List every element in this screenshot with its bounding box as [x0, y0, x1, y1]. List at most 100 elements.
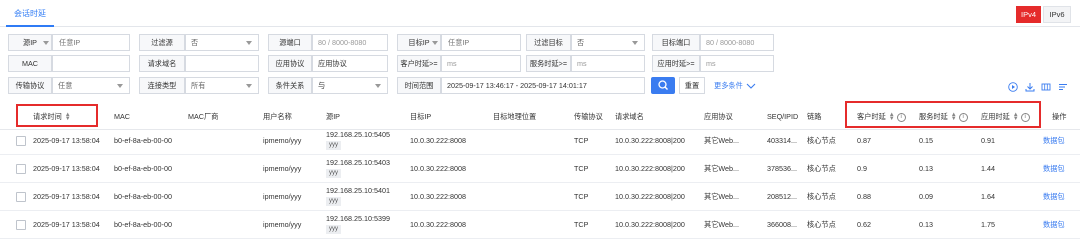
- src-ip-input[interactable]: [52, 34, 130, 51]
- cell-app-delay: 0.91: [981, 136, 995, 145]
- req-domain-label: 请求域名: [139, 55, 185, 72]
- cell-req-domain: 10.0.30.222:8008|200: [615, 136, 685, 145]
- cell-src-ip: 192.168.25.10:5401 yyy: [326, 186, 390, 208]
- chevron-down-icon: [432, 41, 438, 45]
- app-delay-input[interactable]: ms: [700, 55, 774, 72]
- cell-req-time: 2025-09-17 13:58:04: [33, 192, 100, 201]
- cell-req-domain: 10.0.30.222:8008|200: [615, 192, 685, 201]
- src-ip-tag: yyy: [326, 169, 341, 178]
- row-checkbox[interactable]: [16, 192, 26, 202]
- client-delay-input[interactable]: ms: [441, 55, 521, 72]
- columns-icon[interactable]: [1041, 82, 1051, 92]
- client-delay-label: 客户时延>=: [397, 55, 441, 72]
- time-range-label: 时间范围: [397, 77, 441, 94]
- cell-dst-ip: 10.0.30.222:8008: [410, 220, 466, 229]
- cell-action-link[interactable]: 数据包: [1043, 155, 1065, 183]
- cell-src-ip-value: 192.168.25.10:5405: [326, 130, 390, 139]
- filter-src-label: 过滤源: [139, 34, 185, 51]
- cell-server-delay: 0.13: [919, 164, 933, 173]
- row-checkbox[interactable]: [16, 164, 26, 174]
- src-ip-tag: yyy: [326, 141, 341, 150]
- reset-button[interactable]: 重置: [679, 77, 705, 94]
- cell-transport: TCP: [574, 136, 589, 145]
- cell-link: 核心节点: [807, 164, 836, 173]
- ipv6-toggle[interactable]: IPv6: [1043, 6, 1071, 23]
- cell-username: ipmemo/yyy: [263, 136, 302, 145]
- chevron-down-icon: [246, 41, 252, 45]
- src-ip-label: 源IP: [23, 38, 37, 47]
- src-port-input[interactable]: 80 / 8000-8080: [312, 34, 388, 51]
- cell-mac: b0-ef-8a-eb-00-00: [114, 164, 172, 173]
- cell-src-ip-value: 192.168.25.10:5403: [326, 158, 390, 167]
- cell-mac: b0-ef-8a-eb-00-00: [114, 220, 172, 229]
- cell-link: 核心节点: [807, 136, 836, 145]
- req-domain-input[interactable]: [185, 55, 259, 72]
- cell-action-link[interactable]: 数据包: [1043, 183, 1065, 211]
- play-icon[interactable]: [1008, 82, 1018, 92]
- cell-action-link[interactable]: 数据包: [1043, 127, 1065, 155]
- cell-src-ip: 192.168.25.10:5405 yyy: [326, 130, 390, 152]
- cell-username: ipmemo/yyy: [263, 164, 302, 173]
- table-row[interactable]: 2025-09-17 13:58:04 b0-ef-8a-eb-00-00 ipme…: [0, 127, 1080, 155]
- cell-server-delay: 0.09: [919, 192, 933, 201]
- cell-req-time: 2025-09-17 13:58:04: [33, 220, 100, 229]
- filter-row-2: MAC 请求域名 应用协议 应用协议 客户时延>= ms 服务时延>= ms 应…: [0, 55, 1080, 73]
- highlight-delay-columns: [845, 101, 1041, 128]
- tab-bar: 会话时延: [0, 0, 1080, 27]
- mac-label: MAC: [8, 55, 52, 72]
- src-ip-dropdown[interactable]: 源IP: [8, 34, 52, 51]
- conn-type-value: 所有: [191, 81, 206, 90]
- ipv4-toggle[interactable]: IPv4: [1016, 6, 1041, 23]
- table-row[interactable]: 2025-09-17 13:58:04 b0-ef-8a-eb-00-00 ipme…: [0, 183, 1080, 211]
- settings-icon[interactable]: [1058, 82, 1068, 92]
- filter-dst-select[interactable]: 否: [571, 34, 645, 51]
- search-icon: [658, 80, 668, 90]
- server-delay-input[interactable]: ms: [571, 55, 645, 72]
- dst-ip-dropdown[interactable]: 目标IP: [397, 34, 441, 51]
- cond-relation-label: 条件关系: [268, 77, 312, 94]
- row-checkbox[interactable]: [16, 136, 26, 146]
- more-conditions-link[interactable]: 更多条件: [714, 77, 756, 94]
- cell-src-ip-value: 192.168.25.10:5399: [326, 214, 390, 223]
- table-row[interactable]: 2025-09-17 13:58:04 b0-ef-8a-eb-00-00 ipme…: [0, 155, 1080, 183]
- cell-dst-ip: 10.0.30.222:8008: [410, 136, 466, 145]
- dst-ip-label: 目标IP: [408, 38, 430, 47]
- filter-src-value: 否: [191, 38, 199, 47]
- cell-app-protocol: 其它Web...: [704, 136, 740, 145]
- row-checkbox[interactable]: [16, 220, 26, 230]
- conn-type-select[interactable]: 所有: [185, 77, 259, 94]
- more-conditions-label: 更多条件: [714, 81, 743, 90]
- cell-app-protocol: 其它Web...: [704, 192, 740, 201]
- tab-session-delay[interactable]: 会话时延: [6, 6, 54, 27]
- transport-label: 传输协议: [8, 77, 52, 94]
- cell-src-ip: 192.168.25.10:5403 yyy: [326, 158, 390, 180]
- cell-server-delay: 0.15: [919, 136, 933, 145]
- cell-seq: 208512...: [767, 192, 797, 201]
- app-protocol-select[interactable]: 应用协议: [312, 55, 388, 72]
- filter-row-3: 传输协议 任意 连接类型 所有 条件关系 与 时间范围 2025-09-17 1…: [0, 77, 1080, 95]
- dst-ip-input[interactable]: [441, 34, 521, 51]
- search-button[interactable]: [651, 77, 675, 94]
- transport-select[interactable]: 任意: [52, 77, 130, 94]
- cell-dst-ip: 10.0.30.222:8008: [410, 192, 466, 201]
- app-protocol-label: 应用协议: [268, 55, 312, 72]
- mac-input[interactable]: [52, 55, 130, 72]
- table-row[interactable]: 2025-09-17 13:58:04 b0-ef-8a-eb-00-00 ipme…: [0, 211, 1080, 239]
- cond-relation-value: 与: [318, 81, 326, 90]
- cell-req-domain: 10.0.30.222:8008|200: [615, 164, 685, 173]
- cond-relation-select[interactable]: 与: [312, 77, 388, 94]
- cell-seq: 378536...: [767, 164, 797, 173]
- download-icon[interactable]: [1025, 82, 1035, 92]
- cell-app-protocol: 其它Web...: [704, 164, 740, 173]
- time-range-picker[interactable]: 2025-09-17 13:46:17 - 2025-09-17 14:01:1…: [441, 77, 645, 94]
- cell-link: 核心节点: [807, 220, 836, 229]
- dst-port-label: 目标端口: [652, 34, 700, 51]
- filter-dst-label: 过滤目标: [526, 34, 571, 51]
- cell-action-link[interactable]: 数据包: [1043, 211, 1065, 239]
- cell-seq: 366008...: [767, 220, 797, 229]
- cell-src-ip: 192.168.25.10:5399 yyy: [326, 214, 390, 236]
- cell-client-delay: 0.88: [857, 192, 871, 201]
- filter-src-select[interactable]: 否: [185, 34, 259, 51]
- dst-port-input[interactable]: 80 / 8000-8080: [700, 34, 774, 51]
- cell-src-ip-value: 192.168.25.10:5401: [326, 186, 390, 195]
